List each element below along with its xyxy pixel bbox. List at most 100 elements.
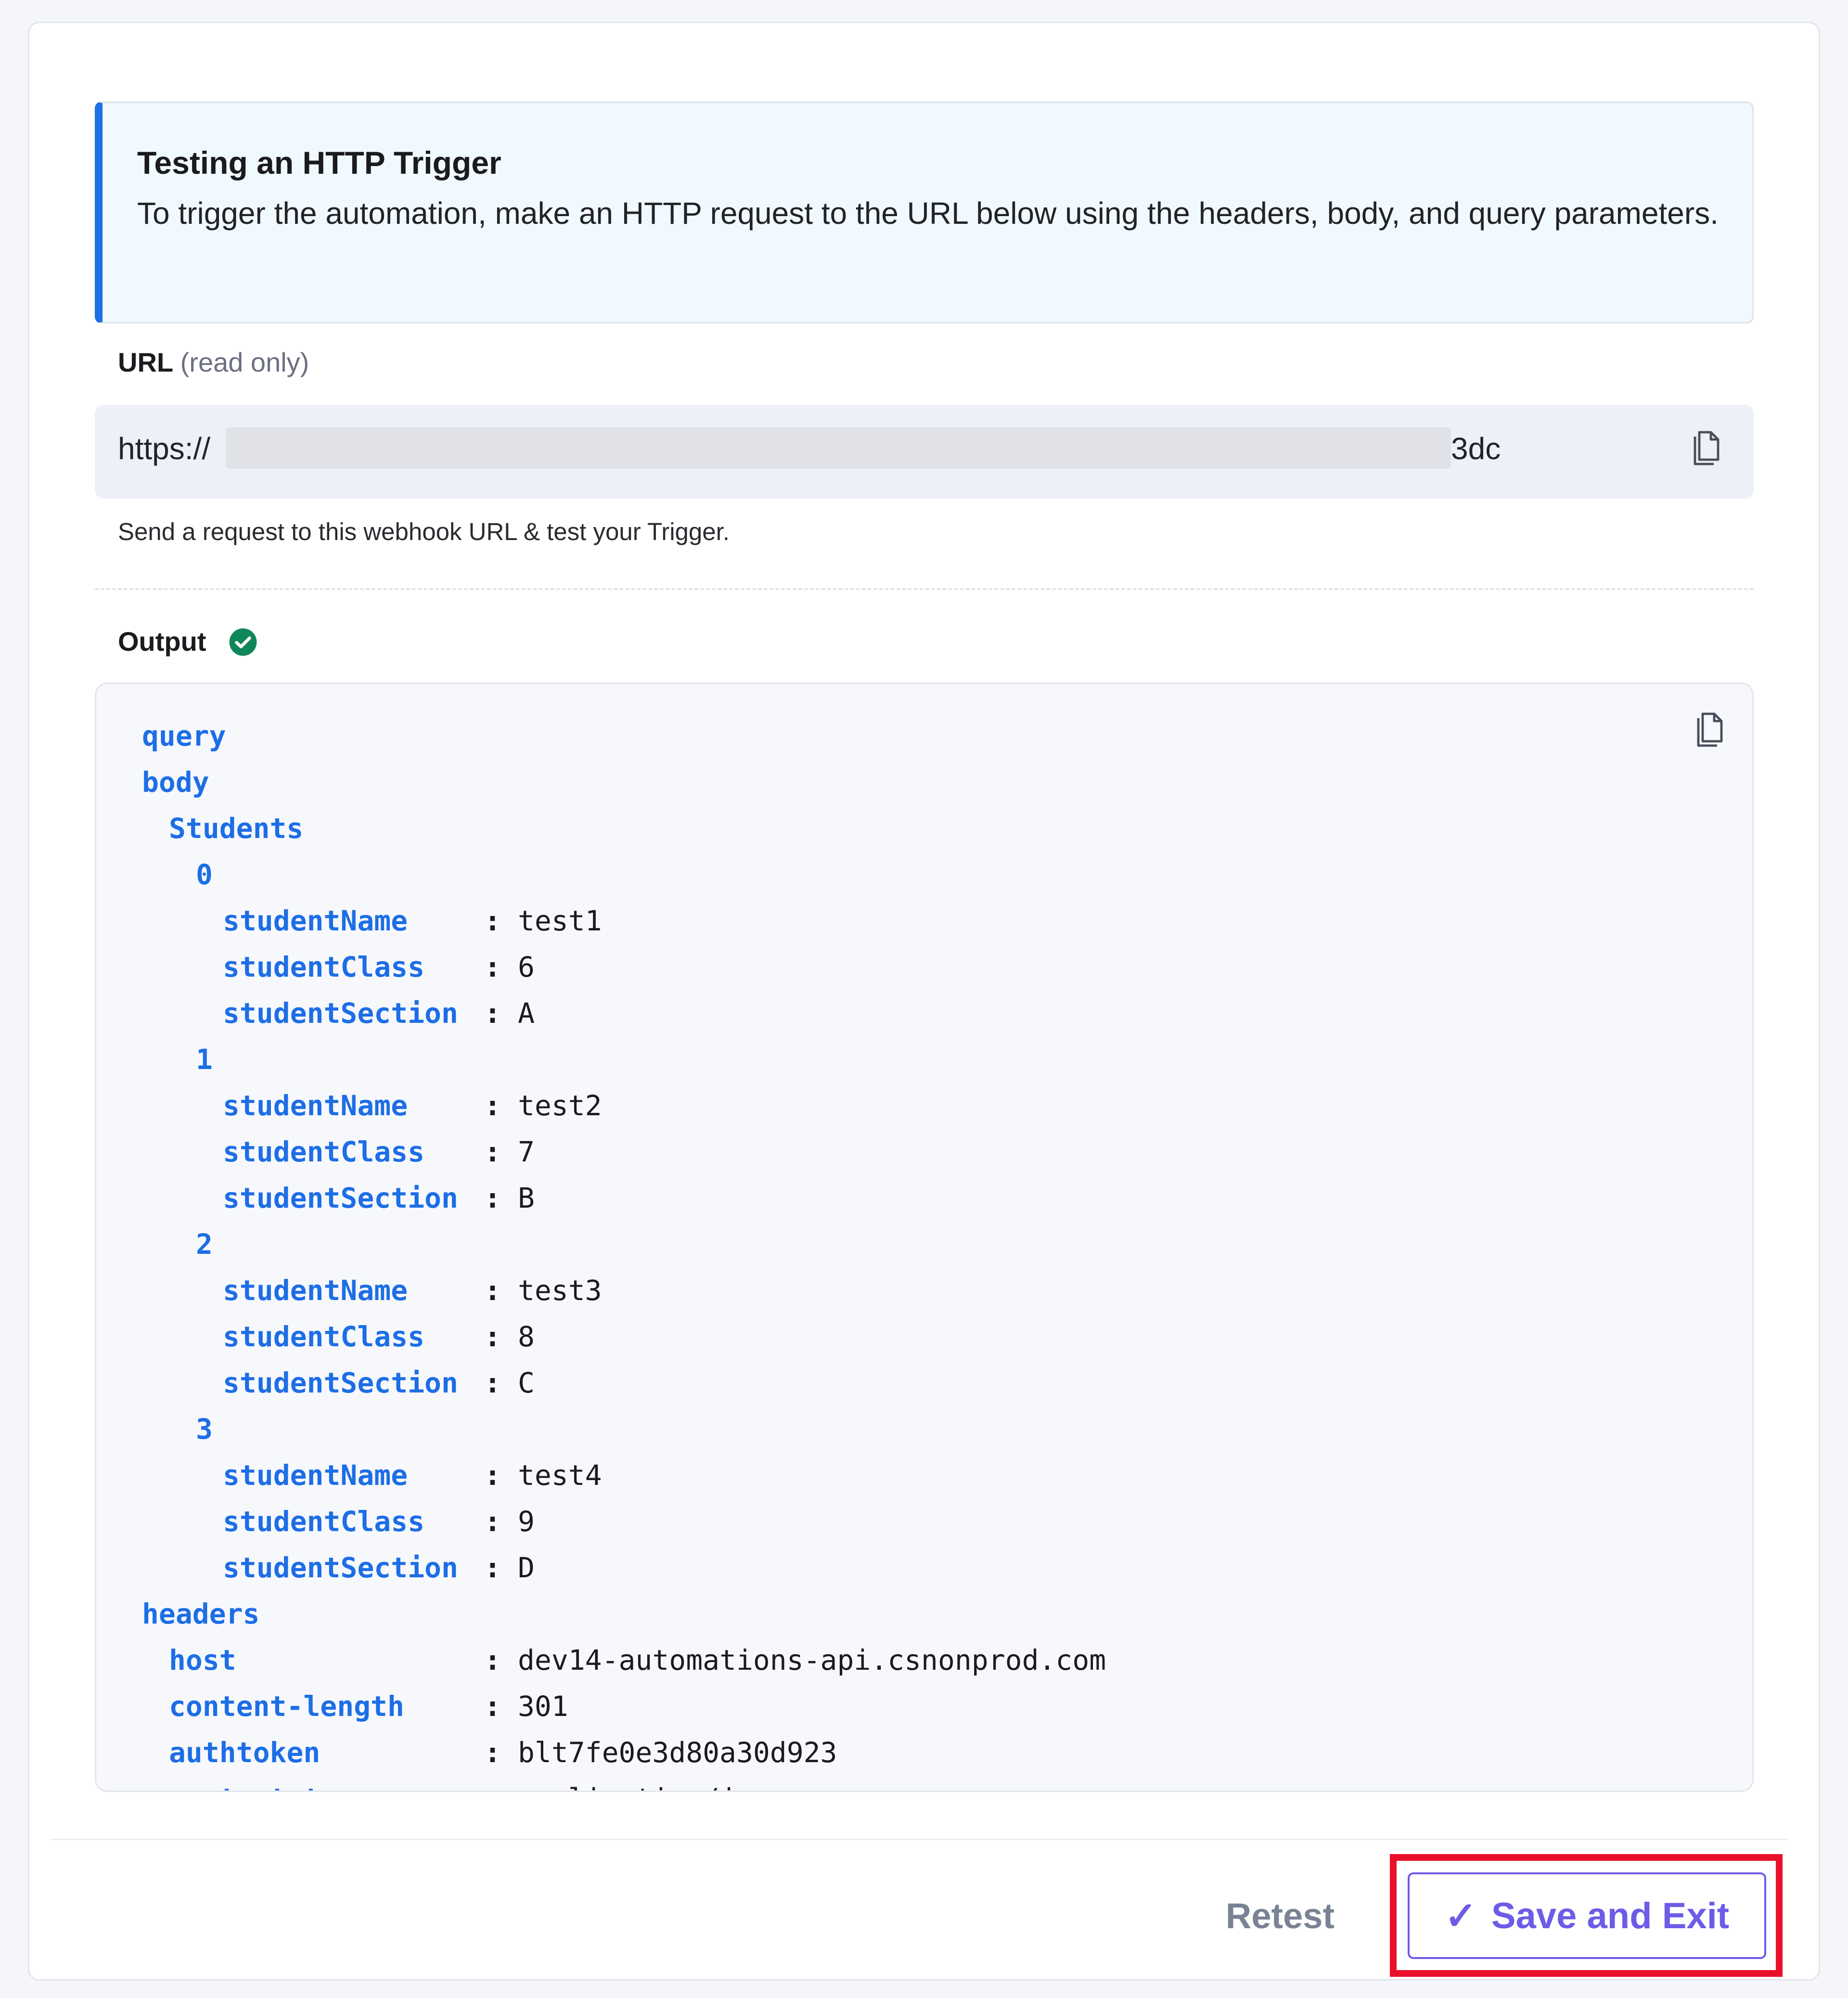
- output-tree-row: headers: [142, 1591, 1106, 1637]
- output-value: C: [518, 1366, 535, 1399]
- retest-button[interactable]: Retest: [1208, 1889, 1352, 1942]
- url-suffix: 3dc: [1451, 431, 1501, 466]
- url-help-text: Send a request to this webhook URL & tes…: [118, 518, 730, 545]
- output-key: studentSection: [223, 1366, 458, 1399]
- output-value: D: [518, 1551, 535, 1584]
- output-tree-row: body: [142, 759, 1106, 805]
- url-prefix: https://: [118, 431, 211, 466]
- output-value: 8: [518, 1320, 535, 1353]
- output-tree-row: content-type:application/json: [142, 1776, 1106, 1791]
- url-label-note: (read only): [180, 347, 309, 377]
- output-tree-row: 3: [142, 1406, 1106, 1452]
- output-key: studentClass: [223, 951, 425, 983]
- output-key: Students: [169, 812, 304, 845]
- output-separator: :: [484, 1690, 501, 1723]
- checkmark-icon: ✓: [1444, 1894, 1477, 1937]
- url-label-text: URL: [118, 347, 173, 377]
- success-check-icon: [229, 628, 257, 656]
- output-key: body: [142, 766, 209, 799]
- copy-url-icon[interactable]: [1689, 426, 1724, 467]
- output-separator: :: [484, 951, 501, 983]
- output-key: content-type: [169, 1776, 484, 1791]
- save-and-exit-button[interactable]: ✓ Save and Exit: [1408, 1872, 1766, 1959]
- output-label: Output: [118, 626, 206, 657]
- output-tree-row: studentName: test2: [142, 1083, 1106, 1129]
- url-redacted-region: [226, 427, 1451, 469]
- output-key: studentName: [223, 1089, 408, 1122]
- output-key: headers: [142, 1598, 260, 1630]
- output-key: studentSection: [223, 997, 458, 1030]
- output-key: 0: [196, 858, 213, 891]
- output-tree-row: studentSection: B: [142, 1175, 1106, 1221]
- output-tree-row: query: [142, 713, 1106, 759]
- output-tree-row: studentSection: D: [142, 1545, 1106, 1591]
- output-key: authtoken: [169, 1736, 321, 1769]
- output-value: test4: [518, 1459, 602, 1492]
- info-title: Testing an HTTP Trigger: [137, 145, 501, 180]
- output-value: 7: [518, 1135, 535, 1168]
- output-tree-row: studentSection: C: [142, 1360, 1106, 1406]
- output-value: A: [518, 997, 535, 1030]
- output-key: 1: [196, 1043, 213, 1076]
- url-label: URL (read only): [118, 347, 309, 378]
- output-value: 6: [518, 951, 535, 983]
- output-separator: :: [484, 1320, 501, 1353]
- output-separator: :: [484, 1505, 501, 1538]
- output-key: 3: [196, 1413, 213, 1445]
- output-value: dev14-automations-api.csnonprod.com: [518, 1644, 1106, 1676]
- output-tree-row: Students: [142, 805, 1106, 851]
- output-separator: :: [484, 997, 501, 1030]
- output-tree-row: studentSection: A: [142, 990, 1106, 1036]
- output-value: test3: [518, 1274, 602, 1307]
- output-viewer[interactable]: query body Students 0 studentName: test1 stude…: [95, 683, 1754, 1792]
- section-divider: [95, 588, 1754, 590]
- copy-output-icon[interactable]: [1693, 708, 1727, 748]
- output-tree-row: host: dev14-automations-api.csnonprod.com: [142, 1637, 1106, 1683]
- output-separator: :: [484, 1089, 501, 1122]
- output-separator: :: [484, 1644, 501, 1676]
- output-key: host: [169, 1644, 236, 1676]
- output-key: studentSection: [223, 1551, 458, 1584]
- output-tree-row: studentClass:7: [142, 1129, 1106, 1175]
- output-key: studentSection: [223, 1182, 458, 1214]
- output-key: query: [142, 720, 226, 752]
- output-key: content-length: [169, 1690, 404, 1723]
- output-separator: :: [484, 1274, 501, 1307]
- output-tree-row: 1: [142, 1036, 1106, 1083]
- output-separator: :: [484, 1135, 501, 1168]
- output-key: studentName: [223, 1459, 408, 1492]
- output-separator: :: [484, 1182, 501, 1214]
- output-separator: :: [484, 1366, 501, 1399]
- output-value: 9: [518, 1505, 535, 1538]
- output-tree-row: 0: [142, 851, 1106, 898]
- output-tree-row: authtoken: blt7fe0e3d80a30d923: [142, 1729, 1106, 1776]
- output-value: test1: [518, 904, 602, 937]
- output-separator: :: [484, 904, 501, 937]
- output-value: 301: [518, 1690, 568, 1723]
- output-tree-row: studentClass:6: [142, 944, 1106, 990]
- output-key: studentClass: [223, 1135, 425, 1168]
- output-value: blt7fe0e3d80a30d923: [518, 1736, 837, 1769]
- output-key: 2: [196, 1228, 213, 1261]
- output-value: B: [518, 1182, 535, 1214]
- output-separator: :: [484, 1736, 501, 1769]
- output-key: studentClass: [223, 1505, 425, 1538]
- output-tree: query body Students 0 studentName: test1 stude…: [142, 713, 1106, 1791]
- output-separator: :: [484, 1776, 518, 1791]
- output-tree-row: 2: [142, 1221, 1106, 1267]
- output-separator: :: [484, 1459, 501, 1492]
- save-and-exit-label: Save and Exit: [1491, 1895, 1730, 1936]
- output-tree-row: studentClass:9: [142, 1498, 1106, 1545]
- info-description: To trigger the automation, make an HTTP …: [137, 196, 1719, 231]
- output-tree-row: studentName: test3: [142, 1267, 1106, 1314]
- output-tree-row: studentName: test1: [142, 898, 1106, 944]
- output-key: studentName: [223, 1274, 408, 1307]
- output-key: studentName: [223, 904, 408, 937]
- output-value: application/json: [518, 1776, 787, 1791]
- output-tree-row: content-length:301: [142, 1683, 1106, 1729]
- output-key: studentClass: [223, 1320, 425, 1353]
- output-tree-row: studentClass:8: [142, 1314, 1106, 1360]
- footer-divider: [51, 1839, 1788, 1840]
- output-tree-row: studentName: test4: [142, 1452, 1106, 1498]
- output-value: test2: [518, 1089, 602, 1122]
